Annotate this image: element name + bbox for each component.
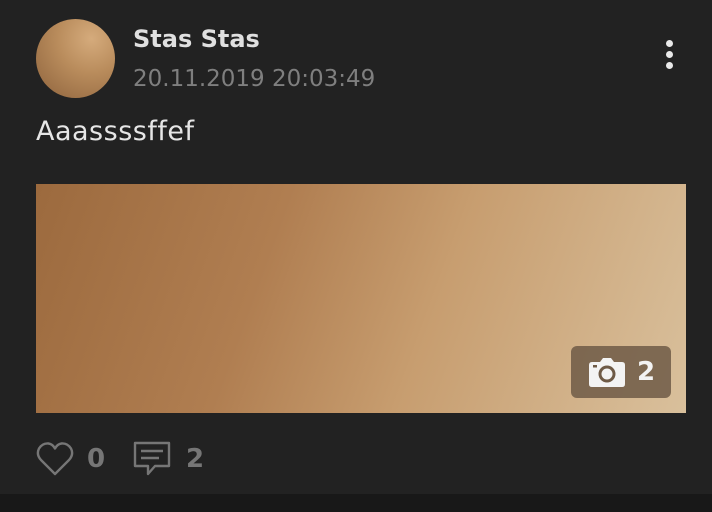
more-vertical-icon (666, 40, 673, 47)
comment-count: 2 (186, 444, 205, 474)
avatar[interactable] (36, 19, 115, 98)
post-text: Aaassssffef (36, 116, 195, 147)
feed-divider (0, 494, 712, 512)
author-name[interactable]: Stas Stas (133, 24, 260, 54)
comment-button[interactable]: 2 (132, 440, 222, 478)
more-vertical-icon-dot (666, 62, 673, 69)
post-image[interactable]: 2 (36, 184, 686, 413)
like-count: 0 (87, 444, 106, 474)
comment-icon (133, 441, 171, 476)
post-date: 20.11.2019 20:03:49 (133, 66, 376, 92)
photo-count: 2 (637, 357, 656, 387)
heart-icon (36, 442, 74, 476)
more-options-button[interactable] (654, 36, 686, 74)
photo-count-badge[interactable]: 2 (571, 346, 671, 398)
more-vertical-icon-dot (666, 51, 673, 58)
like-button[interactable]: 0 (36, 440, 116, 478)
camera-icon (589, 358, 625, 387)
post-card: Stas Stas 20.11.2019 20:03:49 Aaassssffe… (0, 0, 712, 494)
